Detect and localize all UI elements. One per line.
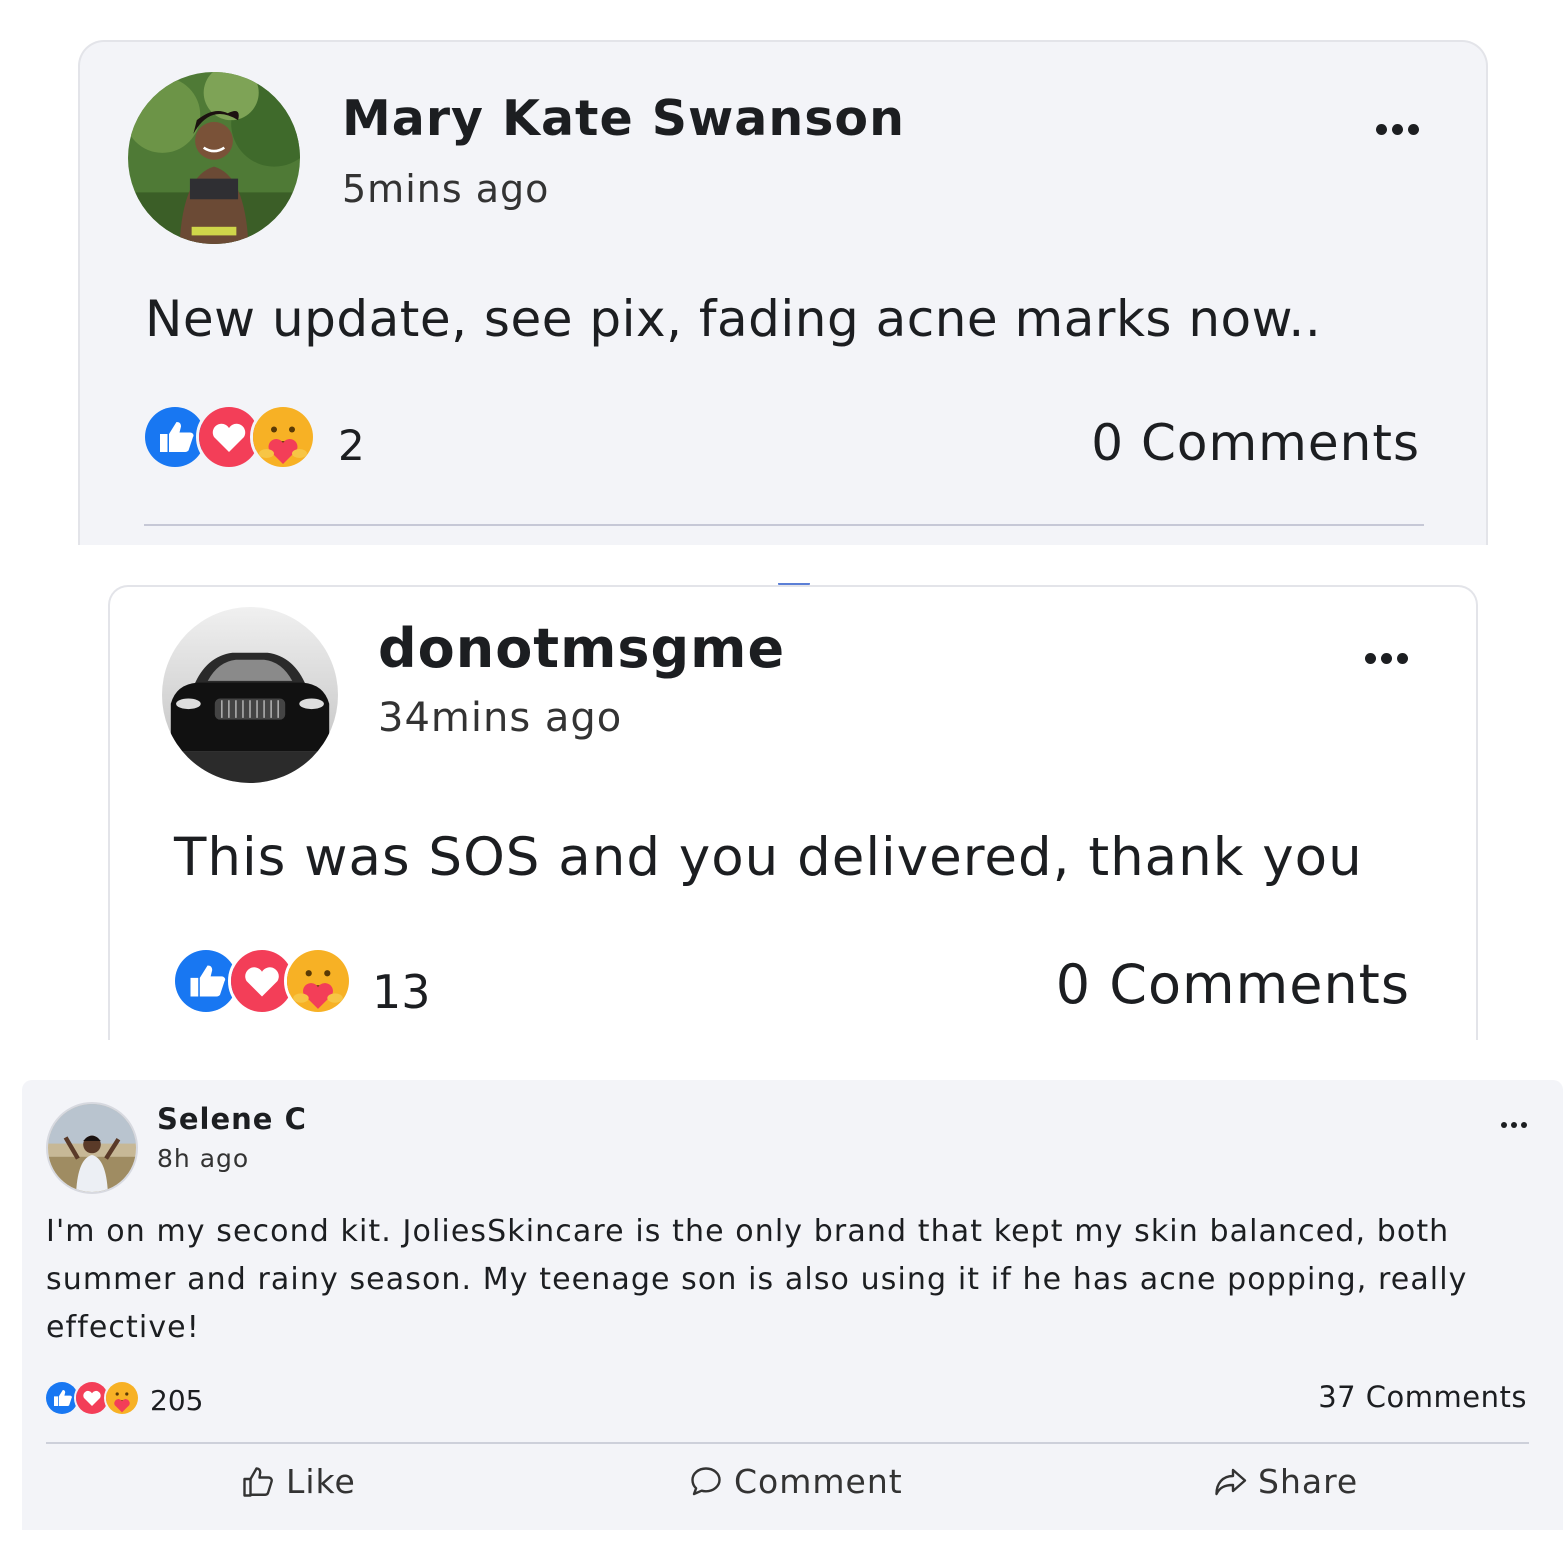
comments-count[interactable]: 37 Comments — [1318, 1380, 1527, 1414]
comments-count[interactable]: 0 Comments — [1091, 414, 1420, 472]
thumbs-up-icon — [243, 1466, 273, 1497]
reaction-count: 13 — [372, 965, 431, 1019]
post-text-line-1: I'm on my second kit. JoliesSkincare is … — [46, 1214, 1450, 1249]
share-arrow-icon — [1215, 1468, 1247, 1495]
reaction-summary[interactable]: 2 — [142, 404, 365, 470]
share-button[interactable]: Share — [1212, 1462, 1358, 1501]
post-time[interactable]: 5mins ago — [342, 167, 549, 211]
care-emoji-icon — [284, 947, 352, 1015]
divider — [144, 524, 1424, 526]
comment-label: Comment — [734, 1462, 903, 1501]
post-card-2: donotmsgme 34mins ago This was SOS and y… — [108, 585, 1478, 1040]
author-name[interactable]: Selene C — [157, 1102, 307, 1136]
reaction-summary[interactable]: 205 — [44, 1378, 203, 1417]
post-text: New update, see pix, fading acne marks n… — [145, 290, 1322, 348]
divider — [46, 1442, 1529, 1444]
like-label: Like — [286, 1462, 356, 1501]
more-dots-icon[interactable] — [1365, 653, 1408, 664]
more-dots-icon[interactable] — [1501, 1122, 1527, 1128]
share-label: Share — [1258, 1462, 1359, 1501]
avatar[interactable] — [46, 1102, 138, 1194]
reaction-count: 2 — [338, 420, 365, 470]
avatar[interactable] — [128, 72, 300, 244]
comment-button[interactable]: Comment — [688, 1462, 903, 1501]
comments-count[interactable]: 0 Comments — [1056, 953, 1410, 1016]
post-text: This was SOS and you delivered, thank yo… — [174, 827, 1363, 888]
post-card-1: Mary Kate Swanson 5mins ago New update, … — [78, 40, 1488, 545]
like-button[interactable]: Like — [240, 1462, 356, 1501]
post-time[interactable]: 8h ago — [157, 1144, 249, 1173]
avatar[interactable] — [162, 607, 338, 783]
post-text-line-2: summer and rainy season. My teenage son … — [46, 1262, 1468, 1297]
care-emoji-icon — [250, 404, 316, 470]
speech-bubble-icon — [691, 1466, 721, 1495]
care-emoji-icon — [104, 1379, 140, 1416]
reaction-count: 205 — [150, 1384, 204, 1417]
post-card-3: Selene C 8h ago I'm on my second kit. Jo… — [22, 1080, 1563, 1530]
post-text-line-3: effective! — [46, 1310, 200, 1345]
post-time[interactable]: 34mins ago — [378, 695, 622, 741]
author-name[interactable]: Mary Kate Swanson — [342, 90, 905, 147]
reaction-summary[interactable]: 13 — [172, 943, 431, 1019]
author-name[interactable]: donotmsgme — [378, 617, 785, 680]
more-dots-icon[interactable] — [1376, 124, 1419, 135]
